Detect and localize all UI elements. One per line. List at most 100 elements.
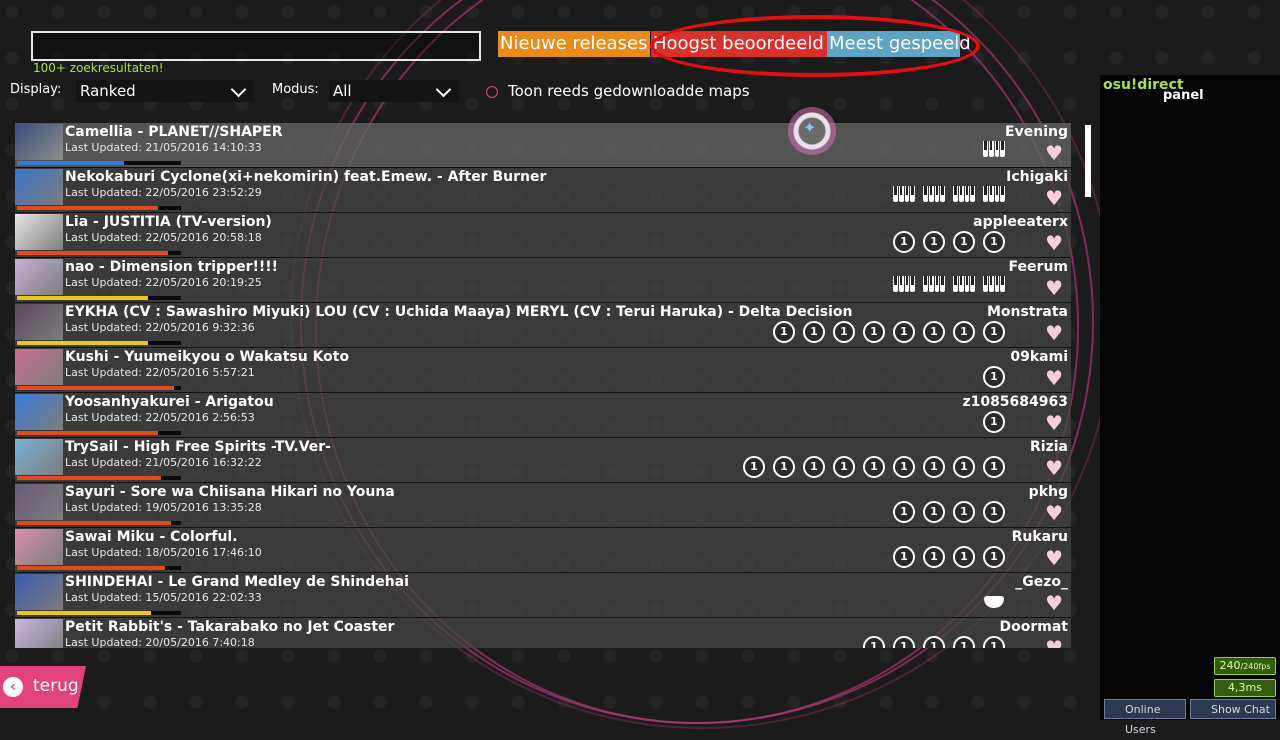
beatmap-row[interactable]: Sayuri - Sore wa Chiisana Hikari no Youn… (15, 483, 1071, 528)
fps-max: /240fps (1240, 662, 1271, 671)
osu-mania-icon (893, 186, 915, 204)
back-label: terug (33, 676, 79, 696)
beatmap-thumbnail (15, 169, 63, 205)
beatmap-last-updated: Last Updated: 22/05/2016 20:19:25 (65, 276, 262, 289)
difficulty-icons: 1 (983, 411, 1005, 433)
heart-icon[interactable]: ♥ (1045, 548, 1063, 568)
beatmap-title: Lia - JUSTITIA (TV-version) (65, 214, 272, 230)
beatmap-thumbnail (15, 529, 63, 565)
beatmap-title: Sayuri - Sore wa Chiisana Hikari no Youn… (65, 484, 395, 500)
beatmap-row[interactable]: EYKHA (CV : Sawashiro Miyuki) LOU (CV : … (15, 303, 1071, 348)
heart-icon[interactable]: ♥ (1045, 233, 1063, 253)
osu-standard-icon: 1 (983, 501, 1005, 523)
osu-mania-icon (953, 276, 975, 294)
beatmap-list: Camellia - PLANET//SHAPER Last Updated: 2… (15, 123, 1071, 648)
result-count: 100+ zoekresultaten! (33, 61, 164, 75)
beatmap-status-bar (17, 476, 181, 480)
osu-standard-icon: 1 (893, 636, 915, 648)
beatmap-row[interactable]: nao - Dimension tripper!!!! Last Updated:… (15, 258, 1071, 303)
back-button[interactable]: ‹ terug (0, 666, 86, 708)
beatmap-last-updated: Last Updated: 19/05/2016 13:35:28 (65, 501, 262, 514)
osu-standard-icon: 1 (863, 321, 885, 343)
beatmap-status-fill (17, 476, 162, 480)
beatmap-title: Kushi - Yuumeikyou o Wakatsu Koto (65, 349, 350, 365)
downloaded-radio[interactable] (486, 86, 498, 98)
mode-value: All (333, 82, 352, 100)
beatmap-status-bar (17, 341, 181, 345)
beatmap-status-fill (17, 611, 152, 615)
osu-standard-icon: 1 (923, 636, 945, 648)
osu-standard-icon: 1 (983, 411, 1005, 433)
beatmap-title: TrySail - High Free Spirits -TV.Ver- (65, 439, 331, 455)
difficulty-icons: 1111 (893, 501, 1005, 523)
beatmap-row[interactable]: Camellia - PLANET//SHAPER Last Updated: 2… (15, 123, 1071, 168)
online-users-button[interactable]: Online Users (1104, 699, 1186, 736)
back-arrow-icon: ‹ (3, 677, 23, 697)
osu-direct-panel: osu!direct panel (1100, 75, 1280, 720)
beatmap-status-fill (17, 341, 149, 345)
beatmap-row[interactable]: Nekokaburi Cyclone(xi+nekomirin) feat.Em… (15, 168, 1071, 213)
beatmap-creator: Rizia (1030, 439, 1068, 455)
heart-icon[interactable]: ♥ (1045, 593, 1063, 613)
osu-standard-icon: 1 (923, 231, 945, 253)
beatmap-row[interactable]: TrySail - High Free Spirits -TV.Ver- Last… (15, 438, 1071, 483)
beatmap-creator: Monstrata (986, 304, 1068, 320)
osu-standard-icon: 1 (923, 501, 945, 523)
mode-dropdown[interactable]: All (329, 80, 459, 102)
beatmap-title: EYKHA (CV : Sawashiro Miyuki) LOU (CV : … (65, 304, 853, 320)
beatmap-row[interactable]: SHINDEHAI - Le Grand Medley de Shindehai… (15, 573, 1071, 618)
osu-standard-icon: 1 (953, 546, 975, 568)
beatmap-row[interactable]: Kushi - Yuumeikyou o Wakatsu Koto Last Up… (15, 348, 1071, 393)
heart-icon[interactable]: ♥ (1045, 143, 1063, 163)
heart-icon[interactable]: ♥ (1045, 278, 1063, 298)
beatmap-status-fill (17, 386, 175, 390)
beatmap-creator: Evening (1005, 124, 1068, 140)
heart-icon[interactable]: ♥ (1045, 458, 1063, 478)
search-input[interactable] (31, 31, 481, 61)
beatmap-thumbnail (15, 304, 63, 340)
beatmap-status-bar (17, 521, 181, 525)
heart-icon[interactable]: ♥ (1045, 413, 1063, 433)
beatmap-row[interactable]: Yoosanhyakurei - Arigatou Last Updated: 2… (15, 393, 1071, 438)
beatmap-title: Sawai Miku - Colorful. (65, 529, 238, 545)
display-dropdown[interactable]: Ranked (76, 80, 254, 102)
scrollbar[interactable] (1085, 125, 1091, 197)
beatmap-creator: pkhg (1028, 484, 1068, 500)
heart-icon[interactable]: ♥ (1045, 323, 1063, 343)
heart-icon[interactable]: ♥ (1045, 503, 1063, 523)
osu-mania-icon (893, 276, 915, 294)
downloaded-label[interactable]: Toon reeds gedownloadde maps (508, 82, 750, 100)
osu-standard-icon: 1 (923, 546, 945, 568)
beatmap-last-updated: Last Updated: 21/05/2016 14:10:33 (65, 141, 262, 154)
osu-standard-icon: 1 (923, 456, 945, 478)
osu-standard-icon: 1 (833, 321, 855, 343)
osu-standard-icon: 1 (743, 456, 765, 478)
beatmap-thumbnail (15, 439, 63, 475)
beatmap-last-updated: Last Updated: 22/05/2016 2:56:53 (65, 411, 255, 424)
osu-standard-icon: 1 (983, 366, 1005, 388)
beatmap-creator: _Gezo_ (1015, 574, 1068, 590)
beatmap-creator: Doormat (999, 619, 1069, 635)
beatmap-thumbnail (15, 394, 63, 430)
heart-icon[interactable]: ♥ (1045, 638, 1063, 648)
osu-taiko-icon (983, 591, 1005, 609)
beatmap-status-bar (17, 251, 181, 255)
display-label: Display: (10, 82, 62, 97)
tab-new-releases[interactable]: Nieuwe releases (498, 31, 650, 57)
beatmap-status-bar (17, 386, 181, 390)
osu-standard-icon: 1 (773, 456, 795, 478)
beatmap-row[interactable]: Petit Rabbit's - Takarabako no Jet Coast… (15, 618, 1071, 648)
show-chat-button[interactable]: Show Chat (1190, 699, 1276, 719)
heart-icon[interactable]: ♥ (1045, 188, 1063, 208)
beatmap-status-fill (17, 431, 159, 435)
heart-icon[interactable]: ♥ (1045, 368, 1063, 388)
difficulty-icons: 1111 (893, 231, 1005, 253)
chevron-down-icon (230, 81, 247, 98)
fps-value: 240 (1219, 659, 1241, 672)
beatmap-last-updated: Last Updated: 15/05/2016 22:02:33 (65, 591, 262, 604)
beatmap-row[interactable]: Lia - JUSTITIA (TV-version) Last Updated:… (15, 213, 1071, 258)
beatmap-status-fill (17, 521, 172, 525)
difficulty-icons: 111111111 (743, 456, 1005, 478)
beatmap-row[interactable]: Sawai Miku - Colorful. Last Updated: 18/0… (15, 528, 1071, 573)
beatmap-status-bar (17, 611, 181, 615)
